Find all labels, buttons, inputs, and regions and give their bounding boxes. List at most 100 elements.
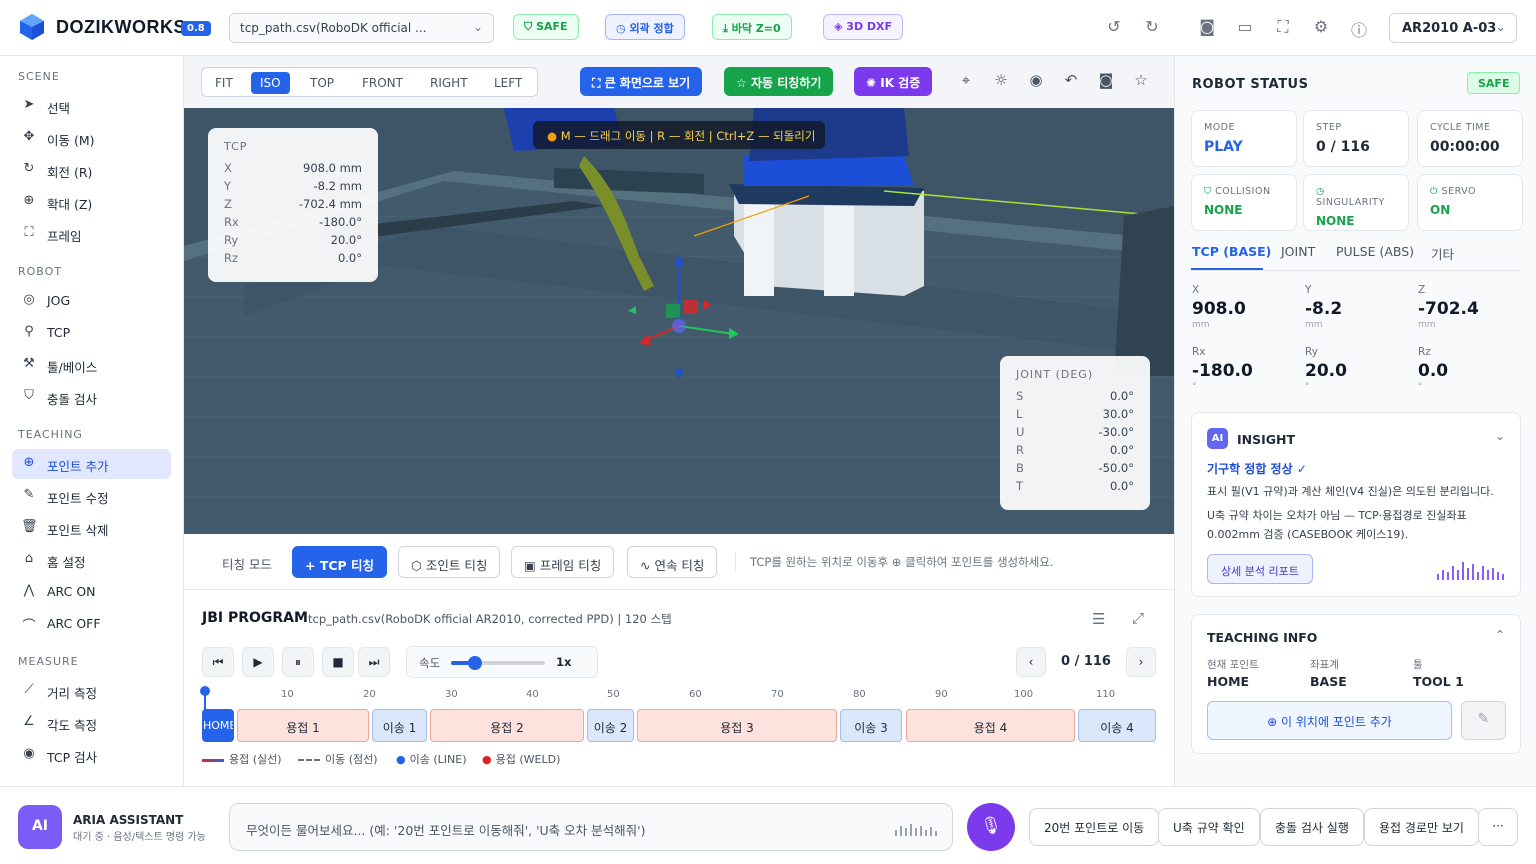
eye-icon[interactable]: ◉: [1025, 71, 1047, 93]
crosshair-icon[interactable]: ⌖: [955, 71, 977, 93]
auto-teach-button[interactable]: ☆ 자동 티칭하기: [724, 67, 834, 96]
assistant-input[interactable]: 무엇이든 물어보세요... (예: '20번 포인트로 이동해줘', 'U축 오…: [229, 803, 953, 851]
tab-top[interactable]: TOP: [301, 72, 343, 94]
joint-row: T 0.0°: [1016, 479, 1134, 497]
playhead[interactable]: [200, 686, 210, 696]
microphone-button[interactable]: 🎙: [967, 803, 1015, 851]
sidebar-item-label: 툴/베이스: [47, 360, 98, 375]
speed-slider[interactable]: [451, 656, 545, 670]
video-icon[interactable]: ▭: [1234, 17, 1256, 39]
tcp-teach-button[interactable]: + TCP 티칭: [292, 546, 388, 578]
fullscreen-view-label: 큰 화면으로 보기: [604, 76, 691, 90]
next-step-button[interactable]: ›: [1126, 647, 1156, 677]
coord-label: Rz: [1418, 346, 1431, 358]
gear-icon[interactable]: ⚙: [1310, 17, 1332, 39]
segment-weld-2[interactable]: 용접 2: [430, 709, 584, 742]
ik-verify-label: IK 검증: [880, 76, 921, 90]
fullscreen-view-button[interactable]: ⛶ 큰 화면으로 보기: [580, 67, 703, 96]
pause-button[interactable]: ⏸: [282, 647, 314, 677]
tab-right[interactable]: RIGHT: [421, 72, 477, 94]
segment-move-2[interactable]: 이송 2: [587, 709, 634, 742]
segment-move-4[interactable]: 이송 4: [1078, 709, 1156, 742]
tab-front[interactable]: FRONT: [353, 72, 412, 94]
play-button[interactable]: ▶: [242, 647, 274, 677]
safe-tag[interactable]: ⛉ SAFE: [513, 14, 579, 40]
quick-action-collision[interactable]: 충돌 검사 실행: [1260, 808, 1364, 846]
camera-icon[interactable]: ◙: [1196, 17, 1218, 39]
dxf-tag[interactable]: ◈ 3D DXF: [823, 14, 904, 40]
segment-weld-3[interactable]: 용접 3: [637, 709, 837, 742]
sidebar-item-delete-point[interactable]: 🗑 포인트 삭제: [12, 513, 171, 543]
frame-teach-button[interactable]: ▣ 프레임 티칭: [511, 546, 615, 578]
segment-home[interactable]: HOME: [202, 709, 234, 742]
floor-z-tag[interactable]: ⤓ 바닥 Z=0: [712, 14, 792, 40]
undo-icon[interactable]: ↶: [1060, 71, 1082, 93]
continuous-teach-button[interactable]: ∿ 연속 티칭: [627, 546, 718, 578]
sidebar-item-collision[interactable]: ⛉ 충돌 검사: [12, 382, 171, 412]
sidebar-item-home[interactable]: ⌂ 홈 설정: [12, 545, 171, 575]
sidebar-item-edit-point[interactable]: ✎ 포인트 수정: [12, 481, 171, 511]
file-selector[interactable]: tcp_path.csv(RoboDK official ... ⌄: [229, 13, 494, 43]
skip-start-button[interactable]: ⏮: [202, 647, 234, 677]
chevron-down-icon[interactable]: ⌄: [1495, 429, 1505, 443]
sidebar-item-zoom[interactable]: ⊕ 확대 (Z): [12, 187, 171, 217]
speed-knob[interactable]: [467, 656, 482, 670]
stop-button[interactable]: ■: [322, 647, 354, 677]
tab-joint[interactable]: JOINT: [1281, 244, 1315, 259]
tab-tcp-base[interactable]: TCP (BASE): [1192, 244, 1271, 259]
sidebar-item-tcp[interactable]: ⚲ TCP: [12, 318, 171, 348]
sidebar-item-tool-base[interactable]: ⚒ 툴/베이스: [12, 350, 171, 380]
sidebar-item-add-point[interactable]: ⊕ 포인트 추가: [12, 449, 171, 479]
list-icon[interactable]: ☰: [1092, 610, 1105, 628]
more-button[interactable]: ···: [1478, 808, 1518, 846]
power-icon: ⏻: [1430, 186, 1442, 197]
sun-icon[interactable]: ☼: [990, 71, 1012, 93]
dot-icon: ●: [396, 753, 406, 766]
tab-etc[interactable]: 기타: [1431, 244, 1454, 263]
quick-action-u-axis[interactable]: U축 규약 확인: [1158, 808, 1260, 846]
sidebar-item-frame[interactable]: ⛶ 프레임: [12, 219, 171, 249]
sidebar-item-angle[interactable]: ∠ 각도 측정: [12, 708, 171, 738]
skip-end-button[interactable]: ⏭: [358, 647, 390, 677]
tcp-row: Rz 0.0°: [224, 251, 362, 269]
legend-transfer: ● 이송 (LINE): [396, 751, 466, 767]
sidebar-item-label: ARC OFF: [47, 616, 101, 631]
undo-icon[interactable]: ↺: [1103, 17, 1125, 39]
sidebar-item-distance[interactable]: ⟋ 거리 측정: [12, 676, 171, 706]
sidebar-item-arc-on[interactable]: ⋀ ARC ON: [12, 577, 171, 607]
tab-fit[interactable]: FIT: [206, 72, 242, 94]
quick-action-move-20[interactable]: 20번 포인트로 이동: [1029, 808, 1160, 846]
tcp-value: -702.4 mm: [298, 197, 362, 211]
help-icon[interactable]: ⓘ: [1348, 17, 1370, 40]
segment-move-3[interactable]: 이송 3: [840, 709, 902, 742]
segment-weld-1[interactable]: 용접 1: [237, 709, 369, 742]
add-point-here-button[interactable]: ⊕ 이 위치에 포인트 추가: [1207, 701, 1452, 740]
prev-step-button[interactable]: ‹: [1016, 647, 1046, 677]
expand-icon[interactable]: ⤢: [1132, 609, 1144, 627]
edit-button[interactable]: ✎: [1461, 701, 1506, 740]
tab-left[interactable]: LEFT: [485, 72, 531, 94]
ik-verify-button[interactable]: ✺ IK 검증: [854, 67, 933, 96]
joint-teach-button[interactable]: ⬡ 조인트 티칭: [398, 546, 501, 578]
sidebar-item-tcp-check[interactable]: ◉ TCP 검사: [12, 740, 171, 770]
star-icon[interactable]: ☆: [1130, 71, 1152, 93]
segment-move-1[interactable]: 이송 1: [372, 709, 427, 742]
fullscreen-icon[interactable]: ⛶: [1272, 17, 1294, 39]
quick-action-weld-path[interactable]: 용접 경로만 보기: [1364, 808, 1479, 846]
sidebar-item-rotate[interactable]: ↻ 회전 (R): [12, 155, 171, 185]
detail-report-button[interactable]: 상세 분석 리포트: [1207, 554, 1313, 584]
sidebar-item-select[interactable]: ➤ 선택: [12, 91, 171, 121]
camera-icon[interactable]: ◙: [1095, 71, 1117, 93]
sidebar-item-jog[interactable]: ◎ JOG: [12, 286, 171, 316]
sidebar-item-move[interactable]: ✥ 이동 (M): [12, 123, 171, 153]
redo-icon[interactable]: ↻: [1141, 17, 1163, 39]
outline-match-tag[interactable]: ◷ 외곽 정합: [605, 14, 685, 40]
sidebar-item-arc-off[interactable]: ⌒ ARC OFF: [12, 609, 171, 639]
tab-pulse[interactable]: PULSE (ABS): [1336, 244, 1414, 259]
segment-weld-4[interactable]: 용접 4: [906, 709, 1075, 742]
robot-selector[interactable]: AR2010 A-03 ⌄: [1389, 13, 1517, 43]
file-name: tcp_path.csv(RoboDK official ...: [240, 21, 427, 35]
joint-value: 0.0°: [1109, 443, 1134, 457]
chevron-up-icon[interactable]: ⌃: [1495, 628, 1505, 642]
tab-iso[interactable]: ISO: [251, 72, 290, 94]
